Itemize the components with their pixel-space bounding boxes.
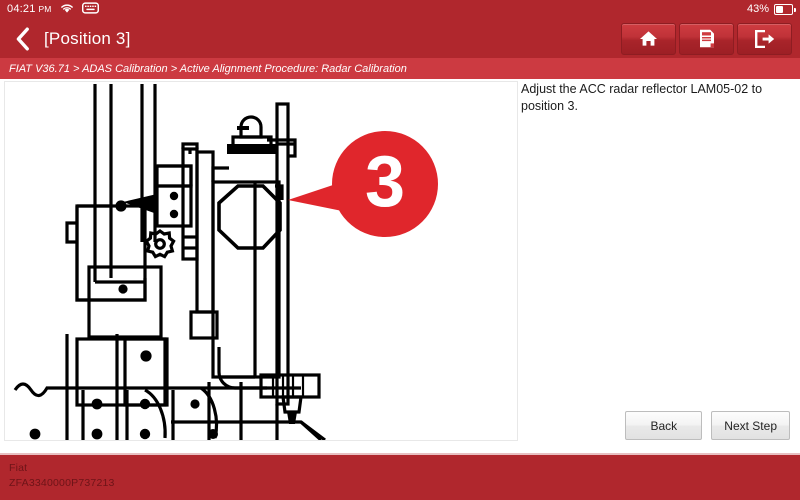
back-chevron-icon bbox=[16, 27, 29, 50]
next-step-button[interactable]: Next Step bbox=[711, 411, 790, 440]
keyboard-icon bbox=[82, 1, 100, 19]
report-document-icon bbox=[699, 29, 714, 48]
status-time: 04:21 bbox=[7, 3, 36, 15]
radar-calibration-diagram: 3 bbox=[5, 82, 517, 440]
illustration-panel: 3 bbox=[4, 81, 518, 441]
vehicle-info-footer: Fiat ZFA3340000P737213 bbox=[0, 453, 800, 500]
status-bar: 04:21 PM 43% bbox=[0, 0, 800, 19]
exit-icon bbox=[754, 29, 774, 48]
header-toolbar bbox=[621, 22, 792, 55]
app-root: 04:21 PM 43% [Position 3] FIAT V36.71 > … bbox=[0, 0, 800, 500]
title-bar: [Position 3] bbox=[0, 19, 800, 58]
action-buttons: Back Next Step bbox=[0, 411, 800, 440]
breadcrumb: FIAT V36.71 > ADAS Calibration > Active … bbox=[0, 58, 800, 79]
instruction-text: Adjust the ACC radar reflector LAM05-02 … bbox=[521, 82, 763, 113]
home-button[interactable] bbox=[621, 22, 676, 55]
breadcrumb-text: FIAT V36.71 > ADAS Calibration > Active … bbox=[9, 62, 407, 75]
vehicle-make: Fiat bbox=[9, 462, 28, 474]
back-step-button[interactable]: Back bbox=[625, 411, 703, 440]
back-button[interactable] bbox=[6, 19, 38, 58]
battery-percent: 43% bbox=[746, 3, 769, 15]
page-title: [Position 3] bbox=[44, 28, 131, 48]
callout-number: 3 bbox=[365, 142, 405, 222]
report-button[interactable] bbox=[679, 22, 734, 55]
main-content: 3 Adjust the ACC radar reflector LAM05-0… bbox=[0, 79, 800, 453]
wifi-icon bbox=[60, 1, 74, 19]
status-meridiem: PM bbox=[38, 4, 52, 15]
vehicle-vin: ZFA3340000P737213 bbox=[9, 477, 115, 489]
exit-button[interactable] bbox=[737, 22, 792, 55]
battery-icon bbox=[774, 4, 796, 15]
home-icon bbox=[640, 31, 657, 46]
